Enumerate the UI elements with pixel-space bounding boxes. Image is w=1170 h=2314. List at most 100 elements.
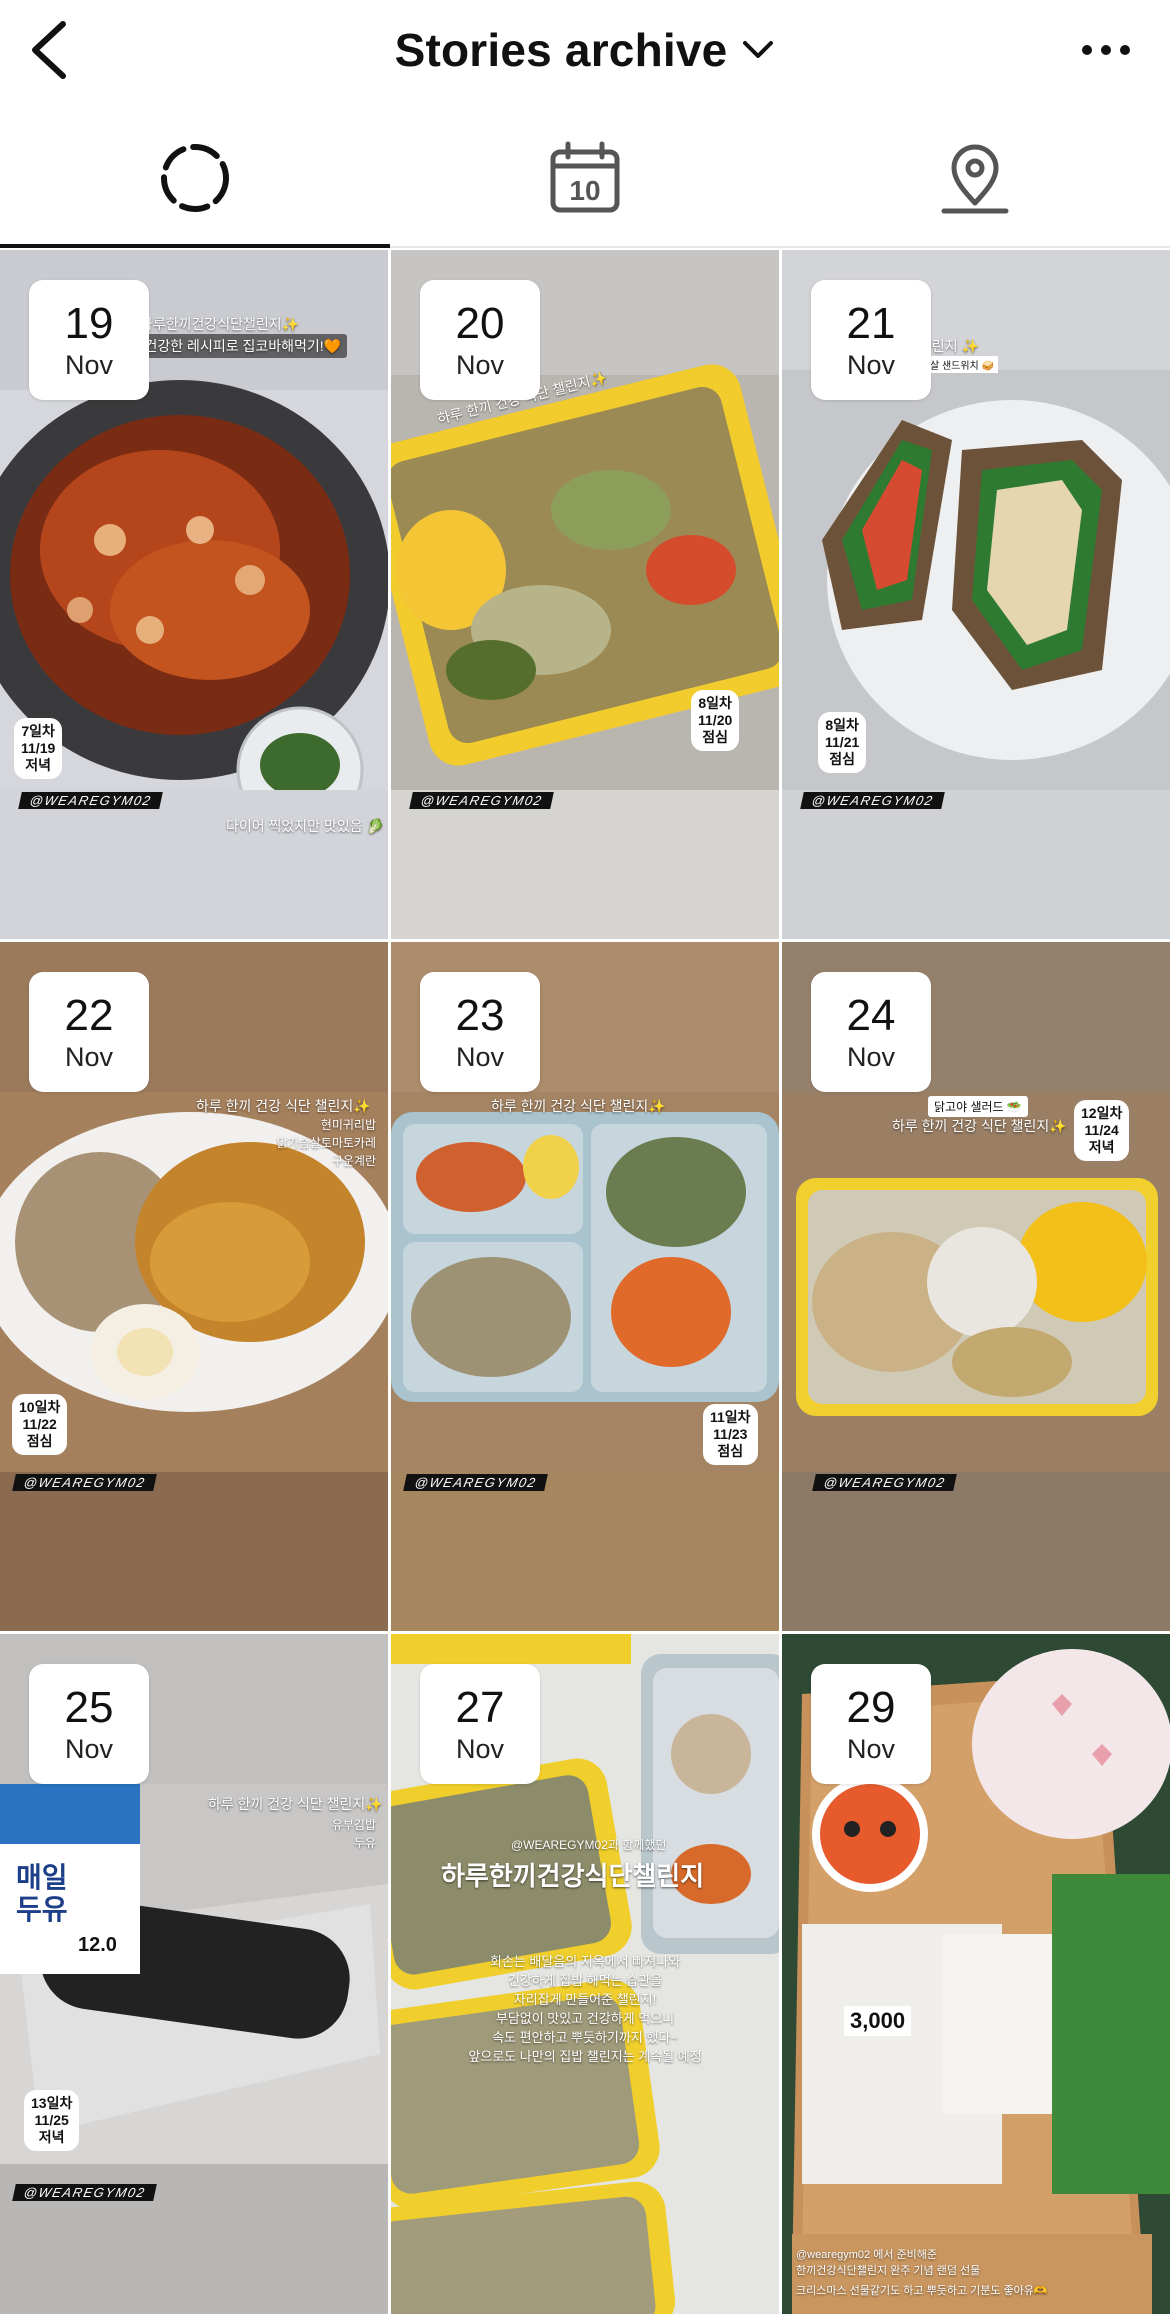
- story-body-line: 부담없이 맛있고 건강하게 먹으니: [495, 2011, 675, 2026]
- day-tag-line: 11/19: [21, 740, 56, 756]
- stories-circle-icon: [161, 144, 229, 212]
- date-month: Nov: [455, 1042, 504, 1072]
- date-badge: 19 Nov: [29, 280, 149, 400]
- calendar-day-text: 10: [569, 175, 600, 206]
- tab-map[interactable]: [780, 110, 1170, 246]
- price-text: 3,000: [844, 2006, 912, 2036]
- tab-stories[interactable]: [0, 110, 390, 248]
- story-title-text: 하루 한끼 건강 식단 챌린지✨: [892, 1118, 1067, 1134]
- story-subtitle-text: @wearegym02 에서 준비해준: [796, 2249, 937, 2261]
- day-tag: 12일차 11/24 저녁: [1074, 1100, 1130, 1161]
- date-badge: 25 Nov: [29, 1664, 149, 1784]
- date-day: 29: [846, 1683, 896, 1732]
- day-tag-line: 11/21: [825, 734, 860, 750]
- product-label-text: 두유: [16, 1894, 68, 1925]
- story-subtitle-text: 두유: [353, 1836, 376, 1850]
- calendar-icon: 10: [550, 141, 620, 213]
- story-subtitle-text: 닭가슴살토마토카레: [276, 1136, 376, 1150]
- story-title-text: 하루 한끼 건강 식단 챌린지✨: [491, 1098, 666, 1114]
- day-tag-line: 11일차: [710, 1409, 751, 1425]
- story-thumbnail[interactable]: 하루 한끼 건강 식단 챌린지✨ 8일차 11/20 점심 @WEAREGYM0…: [391, 250, 779, 939]
- more-horizontal-icon: [1082, 45, 1130, 55]
- title-dropdown[interactable]: Stories archive: [0, 18, 1170, 82]
- account-handle: @WEAREGYM02: [12, 1474, 158, 1491]
- story-body-line: 회손는 배달음의 지옥에서 빠져나와: [489, 1954, 681, 1969]
- day-tag: 10일차 11/22 점심: [12, 1394, 68, 1455]
- stories-grid: 하루한끼건강식단챌린지✨ 오늘은 건강한 레시피로 집코바해먹기!🧡 다이어 찍…: [0, 250, 1170, 2314]
- date-month: Nov: [64, 1734, 113, 1764]
- account-handle: @WEAREGYM02: [800, 792, 946, 809]
- date-day: 23: [455, 991, 505, 1040]
- story-thumbnail[interactable]: 매일 두유 12.0 하루 한끼 건강 식단 챌린지✨ 유부김밥 두유 13일차…: [0, 1634, 388, 2314]
- day-tag-line: 11/22: [22, 1416, 57, 1432]
- date-badge: 24 Nov: [811, 972, 931, 1092]
- date-day: 22: [64, 991, 114, 1040]
- story-thumbnail[interactable]: 하루한끼건강식단챌린지✨ 오늘은 건강한 레시피로 집코바해먹기!🧡 다이어 찍…: [0, 250, 388, 939]
- story-title-text: 하루 한끼 건강 식단 챌린지✨: [208, 1796, 383, 1812]
- chevron-down-icon: [743, 41, 774, 58]
- date-month: Nov: [64, 1042, 113, 1072]
- day-tag-line: 8일차: [825, 717, 859, 733]
- page-title: Stories archive: [394, 24, 728, 76]
- day-tag-line: 13일차: [31, 2095, 73, 2111]
- story-body-text: 회손는 배달음의 지옥에서 빠져나와 건강하게 집밥 해먹는 습관을 자리잡게 …: [391, 1952, 779, 2066]
- account-handle: @WEAREGYM02: [409, 792, 555, 809]
- story-thumbnail[interactable]: @WEAREGYM02과 함께했던 하루한끼건강식단챌린지 회손는 배달음의 지…: [391, 1634, 779, 2314]
- story-subtitle-text: 구운계란: [331, 1154, 376, 1168]
- day-tag-line: 12일차: [1081, 1105, 1123, 1121]
- date-badge: 23 Nov: [420, 972, 540, 1092]
- account-handle: @WEAREGYM02: [812, 1474, 958, 1491]
- story-thumbnail[interactable]: 닭고야 샐러드 🥗 하루 한끼 건강 식단 챌린지✨ 12일차 11/24 저녁…: [782, 942, 1170, 1631]
- date-day: 21: [846, 299, 896, 348]
- story-body-line: 자리잡게 만들어준 챌린지!: [513, 1992, 657, 2007]
- story-thumbnail[interactable]: 3,000 @wearegym02 에서 준비해준 한끼건강식단챌린지 완주 기…: [782, 1634, 1170, 2314]
- location-pin-icon: [941, 144, 1009, 214]
- story-caption-text: 다이어 찍었지만 맛있음 🥬: [226, 818, 384, 834]
- day-tag-line: 저녁: [1088, 1139, 1115, 1155]
- product-label-text: 12.0: [78, 1934, 117, 1956]
- date-month: Nov: [846, 1042, 895, 1072]
- day-tag-line: 7일차: [21, 723, 55, 739]
- story-body-line: 건강하게 집밥 해먹는 습관을: [507, 1973, 663, 1988]
- story-subtitle-text: 닭고야 샐러드 🥗: [928, 1096, 1028, 1117]
- story-subtitle-text: 현미귀리밥: [320, 1118, 376, 1132]
- date-badge: 29 Nov: [811, 1664, 931, 1784]
- day-tag-line: 10일차: [19, 1399, 61, 1415]
- date-badge: 20 Nov: [420, 280, 540, 400]
- date-day: 25: [64, 1683, 114, 1732]
- story-subtitle-text: 유부김밥: [331, 1818, 376, 1832]
- archive-tabs: 10: [0, 110, 1170, 248]
- day-tag-line: 점심: [717, 1443, 744, 1459]
- story-title-text: 하루 한끼 건강 식단 챌린지✨: [196, 1098, 371, 1114]
- day-tag-line: 저녁: [25, 757, 52, 773]
- day-tag: 7일차 11/19 저녁: [14, 718, 63, 779]
- story-body-line: 크리스마스 선물같기도 하고 뿌듯하고 기분도 좋아유🫶: [796, 2285, 1048, 2297]
- story-body-line: 속도 편안하고 뿌듯하기까지 했다~: [492, 2030, 678, 2045]
- day-tag-line: 11/24: [1084, 1122, 1119, 1138]
- day-tag: 8일차 11/20 점심: [691, 690, 740, 751]
- day-tag-line: 점심: [829, 751, 856, 767]
- date-badge: 22 Nov: [29, 972, 149, 1092]
- day-tag-line: 점심: [702, 729, 729, 745]
- date-month: Nov: [846, 350, 895, 380]
- day-tag: 11일차 11/23 점심: [703, 1404, 758, 1465]
- day-tag: 8일차 11/21 점심: [818, 712, 867, 773]
- date-day: 19: [64, 299, 114, 348]
- date-badge: 27 Nov: [420, 1664, 540, 1784]
- day-tag-line: 11/20: [698, 712, 733, 728]
- story-thumbnail[interactable]: 하루 한끼 건강 식단 챌린지✨ 11일차 11/23 점심 @WEAREGYM…: [391, 942, 779, 1631]
- day-tag-line: 저녁: [38, 2129, 65, 2145]
- more-options-button[interactable]: [1066, 20, 1146, 80]
- story-title-text: 하루한끼건강식단챌린지✨: [140, 316, 300, 332]
- date-day: 24: [846, 991, 896, 1040]
- date-month: Nov: [455, 1734, 504, 1764]
- account-handle: @WEAREGYM02: [403, 1474, 549, 1491]
- story-subtitle-text: @WEAREGYM02과 함께했던: [511, 1838, 667, 1852]
- story-thumbnail[interactable]: 하루 한끼 건강 식단 챌린지✨ 현미귀리밥 닭가슴살토마토카레 구운계란 10…: [0, 942, 388, 1631]
- tab-calendar[interactable]: 10: [390, 110, 780, 246]
- date-month: Nov: [64, 350, 113, 380]
- story-title-text: 하루한끼건강식단챌린지: [441, 1861, 705, 1891]
- story-body-line: 앞으로도 나만의 집밥 챌린지는 계속될 예정: [468, 2049, 702, 2064]
- date-month: Nov: [846, 1734, 895, 1764]
- story-thumbnail[interactable]: 하루한끼건강식단 챌린지 ✨ 홈메이드크랜베리 닭가슴살 샌드위치 🥪 8일차 …: [782, 250, 1170, 939]
